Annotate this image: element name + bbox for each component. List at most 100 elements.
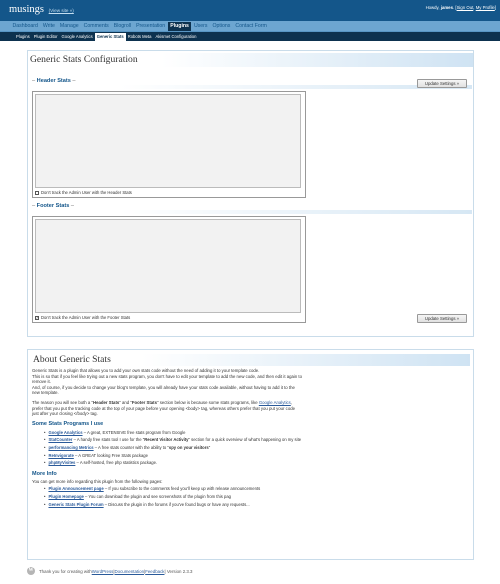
username: james <box>440 5 453 10</box>
program-description: – A free stats counter with the ability … <box>93 444 169 450</box>
user-info: Howdy, james. [Sign Out, My Profile] <box>425 5 496 10</box>
header-admin-checkbox-label: Don't track the Admin User with the Head… <box>41 190 132 195</box>
program-highlight: Recent Visitor Activity <box>144 437 189 443</box>
section-divider <box>32 210 472 214</box>
update-settings-button[interactable]: Update Settings » <box>417 314 467 323</box>
howdy-text: Howdy, <box>425 5 440 10</box>
update-settings-button[interactable]: Update Settings » <box>417 79 467 88</box>
reason-text: " section below is because some stats pr… <box>156 399 259 405</box>
footer-thanks: Thank you for creating with <box>39 568 92 574</box>
google-analytics-link[interactable]: Google Analytics <box>259 400 291 405</box>
intro-text: This is so that if you feel like trying … <box>32 373 303 385</box>
program-link[interactable]: ReInvigorate <box>48 453 73 458</box>
reason-footer-bold: Footer Stats <box>131 399 157 405</box>
page-title: Generic Stats Configuration <box>28 53 473 67</box>
wordpress-logo-icon: W <box>27 567 35 575</box>
submenu-item-robots-meta[interactable]: Robots Meta <box>126 33 154 41</box>
about-intro: Generic Stats is a plugin that allows yo… <box>32 368 302 396</box>
more-info-description: – If you subscribe to the comments feed … <box>103 486 261 492</box>
more-info-heading: More Info <box>32 470 57 477</box>
wordpress-link[interactable]: WordPress <box>92 569 114 574</box>
header-stats-box: Don't track the Admin User with the Head… <box>32 91 306 198</box>
program-item: StatCounter – A handy free stats tool I … <box>44 436 470 444</box>
program-item: ReInvigorate – A GREAT looking Free Stat… <box>44 452 470 460</box>
program-description: – A self-hosted, free php statistics pac… <box>75 460 158 466</box>
admin-footer: W Thank you for creating with WordPress … <box>27 566 192 576</box>
submenu-item-plugins[interactable]: Plugins <box>14 33 32 41</box>
program-item: performancing Metrics – A free stats cou… <box>44 444 470 452</box>
section-divider <box>32 85 472 89</box>
site-title: musings (View site ») <box>9 4 74 15</box>
program-link[interactable]: phpMyVisites <box>48 460 75 465</box>
about-section: About Generic Stats Generic Stats is a p… <box>32 354 470 508</box>
menu-item-presentation[interactable]: Presentation <box>134 22 168 31</box>
footer-stats-code-input[interactable] <box>35 219 301 313</box>
program-description: – A great, EXTENSIVE free stats program … <box>82 429 186 435</box>
program-item: phpMyVisites – A self-hosted, free php s… <box>44 459 470 467</box>
more-info-link[interactable]: Plugin Announcement page <box>48 486 103 491</box>
about-panel: About Generic Stats Generic Stats is a p… <box>27 349 474 560</box>
admin-menu: Dashboard Write Manage Comments Blogroll Pres… <box>0 21 500 32</box>
footer-version: | Version 2.3.3 <box>164 568 193 574</box>
header-stats-code-input[interactable] <box>35 94 301 188</box>
menu-item-dashboard[interactable]: Dashboard <box>10 22 40 31</box>
site-name: musings <box>9 4 45 15</box>
more-info-item: Plugin Homepage – You can download the p… <box>44 493 470 501</box>
program-highlight: spy on your visitors <box>168 444 209 450</box>
menu-item-manage[interactable]: Manage <box>57 22 81 31</box>
more-info-description: – You can download the plugin and see sc… <box>83 493 231 499</box>
intro-text: Generic Stats is a plugin that allows yo… <box>32 368 260 373</box>
program-item: Google Analytics – A great, EXTENSIVE fr… <box>44 429 470 437</box>
header-stats-label: Header Stats <box>36 78 71 84</box>
menu-item-users[interactable]: Users <box>191 22 210 31</box>
footer-admin-option: ✓ Don't track the Admin User with the Fo… <box>35 315 303 320</box>
submenu-item-generic-stats[interactable]: Generic Stats <box>94 32 126 41</box>
header-admin-checkbox[interactable] <box>35 190 39 195</box>
programs-heading: Some Stats Programs I use <box>32 420 104 427</box>
menu-item-contact-form[interactable]: Contact Form <box>233 22 269 31</box>
more-info-list: Plugin Announcement page – If you subscr… <box>44 485 470 508</box>
footer-admin-checkbox[interactable]: ✓ <box>35 315 39 320</box>
more-info-item: Generic Stats Plugin Forum – Discuss the… <box>44 501 470 509</box>
more-info-link[interactable]: Generic Stats Plugin Forum <box>48 502 103 507</box>
menu-item-options[interactable]: Options <box>210 22 233 31</box>
menu-item-plugins[interactable]: Plugins <box>167 21 192 31</box>
menu-item-blogroll[interactable]: Blogroll <box>111 22 133 31</box>
view-site-link[interactable]: (View site ») <box>49 8 74 13</box>
reason-text: " and " <box>119 399 132 405</box>
feedback-link[interactable]: Feedback <box>145 569 164 574</box>
footer-admin-checkbox-label: Don't track the Admin User with the Foot… <box>41 315 131 320</box>
footer-stats-heading: – Footer Stats – <box>32 203 74 209</box>
submenu-item-google-analytics[interactable]: Google Analytics <box>59 33 94 41</box>
program-link[interactable]: performancing Metrics <box>48 445 93 450</box>
footer-stats-box: ✓ Don't track the Admin User with the Fo… <box>32 216 306 323</box>
program-description: – A handy free stats tool I use for the … <box>72 437 145 443</box>
more-info-link[interactable]: Plugin Homepage <box>48 494 83 499</box>
about-title: About Generic Stats <box>32 354 470 366</box>
intro-text: And, of course, if you decide to change … <box>32 384 295 396</box>
more-info-item: Plugin Announcement page – If you subscr… <box>44 485 470 493</box>
admin-submenu: Plugins Plugin Editor Google Analytics Gene… <box>0 32 500 41</box>
sign-out-link[interactable]: Sign Out <box>457 5 474 10</box>
about-reason: The reason you will see both a "Header S… <box>32 400 302 417</box>
reason-text: The reason you will see both a " <box>32 399 93 405</box>
program-link[interactable]: StatCounter <box>48 437 72 442</box>
header-admin-option: Don't track the Admin User with the Head… <box>35 190 303 195</box>
footer-stats-label: Footer Stats <box>36 203 70 209</box>
program-description: " section for a quick overview of what's… <box>188 437 302 443</box>
more-info-intro: You can get more info regarding this plu… <box>32 478 163 484</box>
header-stats-heading: – Header Stats – <box>32 78 76 84</box>
menu-item-write[interactable]: Write <box>40 22 57 31</box>
menu-item-comments[interactable]: Comments <box>81 22 111 31</box>
program-link[interactable]: Google Analytics <box>48 430 82 435</box>
config-panel: Generic Stats Configuration – Header Sta… <box>27 50 474 337</box>
admin-header: musings (View site ») Howdy, james. [Sig… <box>0 0 500 21</box>
documentation-link[interactable]: Documentation <box>115 569 145 574</box>
program-description: " <box>208 444 211 450</box>
submenu-item-akismet-configuration[interactable]: Akismet Configuration <box>153 33 198 41</box>
my-profile-link[interactable]: My Profile <box>476 5 495 10</box>
submenu-item-plugin-editor[interactable]: Plugin Editor <box>32 33 60 41</box>
more-info-description: – Discuss the plugin in the forums if yo… <box>103 501 250 507</box>
programs-list: Google Analytics – A great, EXTENSIVE fr… <box>44 429 470 467</box>
program-description: – A GREAT looking Free Stats package <box>73 452 148 458</box>
